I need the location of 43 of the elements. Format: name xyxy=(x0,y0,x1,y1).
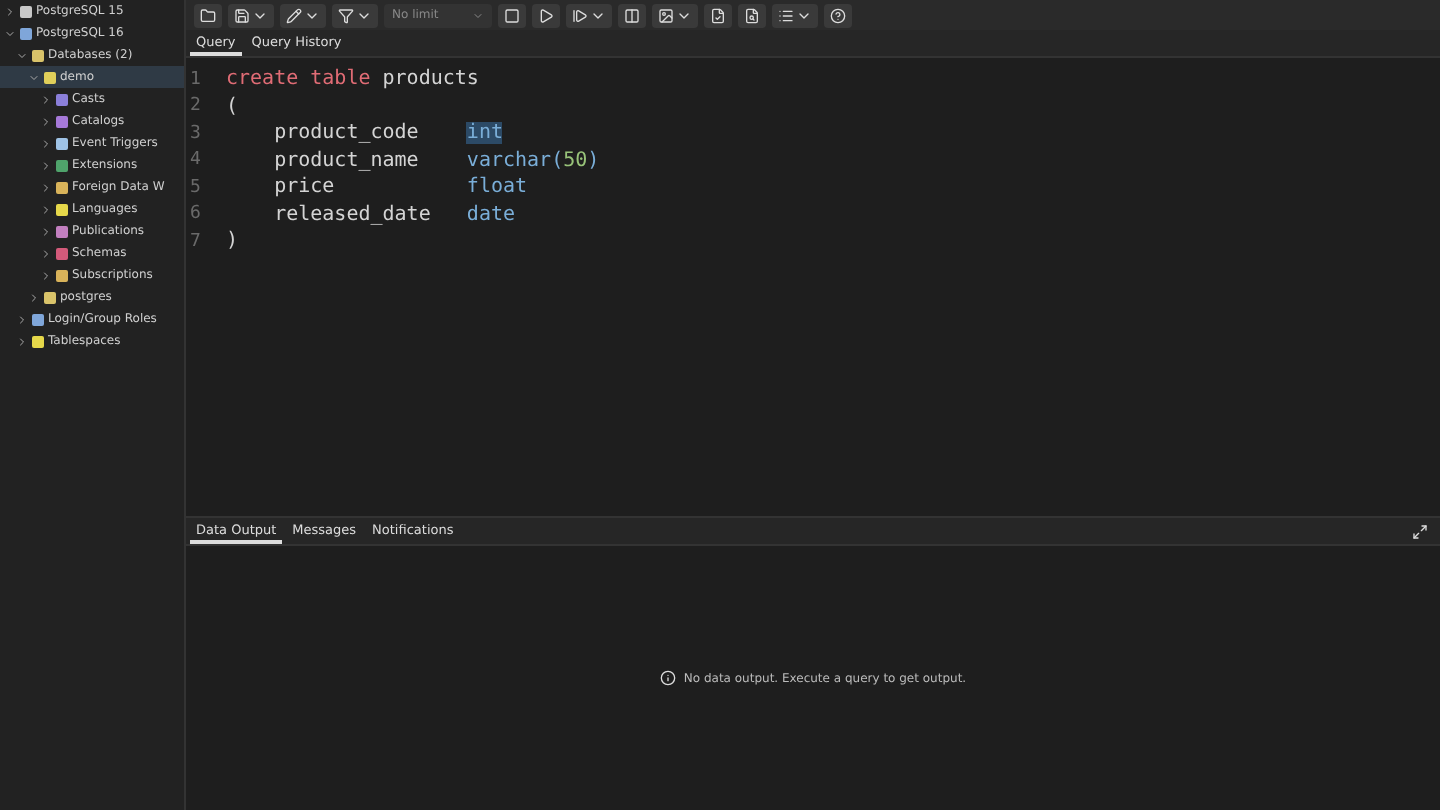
help-icon xyxy=(830,7,846,23)
code-line: product_name varchar(50) xyxy=(272,149,600,172)
info-icon xyxy=(659,670,676,686)
line-number: 2 xyxy=(188,96,203,117)
document-icon xyxy=(710,7,726,23)
open-button[interactable] xyxy=(194,3,222,27)
caret-icon xyxy=(472,9,484,21)
save-button[interactable] xyxy=(228,3,274,27)
line-number: 7 xyxy=(188,231,203,252)
play-icon xyxy=(572,7,588,23)
help-button[interactable] xyxy=(824,3,852,27)
panel-icon xyxy=(624,7,640,23)
stop-icon xyxy=(504,7,520,23)
document-icon xyxy=(744,7,760,23)
line-number: 1 xyxy=(188,69,203,90)
run-button[interactable] xyxy=(532,3,560,27)
macros-button[interactable] xyxy=(772,3,818,27)
list-icon xyxy=(778,7,794,23)
line-number: 5 xyxy=(188,177,203,198)
filter-icon xyxy=(338,7,354,23)
filter-button[interactable] xyxy=(332,3,378,27)
image-icon xyxy=(658,7,674,23)
code-line: ( xyxy=(224,95,239,118)
run-options-button[interactable] xyxy=(566,3,612,27)
pencil-icon xyxy=(286,7,302,23)
explain-analyze-button[interactable] xyxy=(652,3,698,27)
code-line: create table products xyxy=(224,68,479,91)
folder-icon xyxy=(200,7,216,23)
edit-button[interactable] xyxy=(280,3,326,27)
save-icon xyxy=(234,7,250,23)
code-line: ) xyxy=(224,230,239,253)
line-number: 4 xyxy=(188,150,203,171)
rollback-button[interactable] xyxy=(738,3,766,27)
expand-icon[interactable] xyxy=(1412,523,1428,539)
line-number: 6 xyxy=(188,204,203,225)
code-line: released_date date xyxy=(272,203,516,226)
code-line: product_code int xyxy=(272,122,503,145)
stop-button[interactable] xyxy=(498,3,526,27)
play-icon xyxy=(538,7,554,23)
explain-button[interactable] xyxy=(618,3,646,27)
code-line: price float xyxy=(272,176,528,199)
commit-button[interactable] xyxy=(704,3,732,27)
line-number: 3 xyxy=(188,123,203,144)
